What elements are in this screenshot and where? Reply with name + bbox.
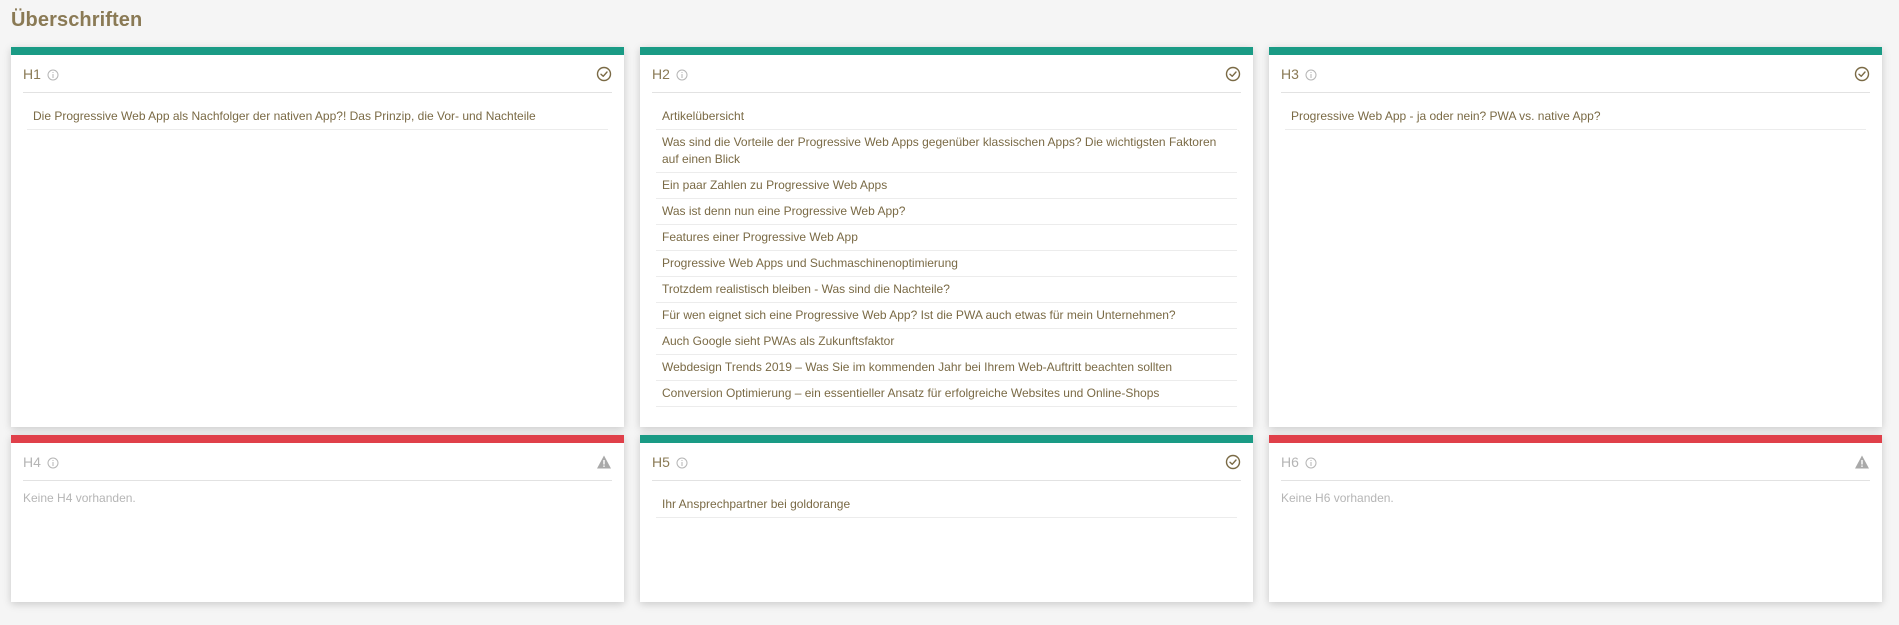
info-icon[interactable] <box>1305 456 1317 468</box>
card-title: H4 <box>23 453 41 470</box>
check-circle-icon <box>596 66 612 82</box>
info-icon[interactable] <box>47 68 59 80</box>
card-h3: H3 Progressive Web App - ja oder nein? P… <box>1269 47 1882 427</box>
status-bar <box>11 435 624 443</box>
card-title: H3 <box>1281 65 1299 82</box>
check-circle-icon <box>1225 454 1241 470</box>
list-item: Für wen eignet sich eine Progressive Web… <box>656 303 1237 329</box>
page-title: Überschriften <box>11 9 143 31</box>
heading-list: Progressive Web App - ja oder nein? PWA … <box>1285 104 1866 130</box>
heading-list: Die Progressive Web App als Nachfolger d… <box>27 104 608 130</box>
list-item: Features einer Progressive Web App <box>656 225 1237 251</box>
empty-message: Keine H6 vorhanden. <box>1281 491 1394 505</box>
card-title: H2 <box>652 65 670 82</box>
info-icon[interactable] <box>676 68 688 80</box>
warning-triangle-icon <box>596 454 612 470</box>
list-item: Die Progressive Web App als Nachfolger d… <box>27 104 608 130</box>
warning-triangle-icon <box>1854 454 1870 470</box>
heading-list: Ihr Ansprechpartner bei goldorange <box>656 492 1237 518</box>
card-h5: H5 Ihr Ansprechpartner bei goldorange <box>640 435 1253 602</box>
status-bar <box>1269 47 1882 55</box>
list-item: Conversion Optimierung – ein essentielle… <box>656 381 1237 407</box>
status-bar <box>11 47 624 55</box>
list-item: Ihr Ansprechpartner bei goldorange <box>656 492 1237 518</box>
check-circle-icon <box>1225 66 1241 82</box>
card-h4: H4 Keine H4 vorhanden. <box>11 435 624 602</box>
info-icon[interactable] <box>47 456 59 468</box>
card-header: H5 <box>652 443 1241 481</box>
status-bar <box>640 435 1253 443</box>
card-header: H3 <box>1281 55 1870 93</box>
list-item: Was sind die Vorteile der Progressive We… <box>656 130 1237 173</box>
status-bar <box>1269 435 1882 443</box>
card-header: H1 <box>23 55 612 93</box>
card-h6: H6 Keine H6 vorhanden. <box>1269 435 1882 602</box>
status-bar <box>640 47 1253 55</box>
card-title: H1 <box>23 65 41 82</box>
list-item: Progressive Web App - ja oder nein? PWA … <box>1285 104 1866 130</box>
card-header: H2 <box>652 55 1241 93</box>
info-icon[interactable] <box>676 456 688 468</box>
list-item: Was ist denn nun eine Progressive Web Ap… <box>656 199 1237 225</box>
card-title: H5 <box>652 453 670 470</box>
list-item: Auch Google sieht PWAs als Zukunftsfakto… <box>656 329 1237 355</box>
card-h2: H2 Artikelübersicht Was sind die Vorteil… <box>640 47 1253 427</box>
check-circle-icon <box>1854 66 1870 82</box>
list-item: Webdesign Trends 2019 – Was Sie im komme… <box>656 355 1237 381</box>
card-header: H6 <box>1281 443 1870 481</box>
empty-message: Keine H4 vorhanden. <box>23 491 136 505</box>
list-item: Ein paar Zahlen zu Progressive Web Apps <box>656 173 1237 199</box>
card-title: H6 <box>1281 453 1299 470</box>
list-item: Trotzdem realistisch bleiben - Was sind … <box>656 277 1237 303</box>
info-icon[interactable] <box>1305 68 1317 80</box>
card-h1: H1 Die Progressive Web App als Nachfolge… <box>11 47 624 427</box>
list-item: Progressive Web Apps und Suchmaschinenop… <box>656 251 1237 277</box>
heading-list: Artikelübersicht Was sind die Vorteile d… <box>656 104 1237 407</box>
card-header: H4 <box>23 443 612 481</box>
list-item: Artikelübersicht <box>656 104 1237 130</box>
